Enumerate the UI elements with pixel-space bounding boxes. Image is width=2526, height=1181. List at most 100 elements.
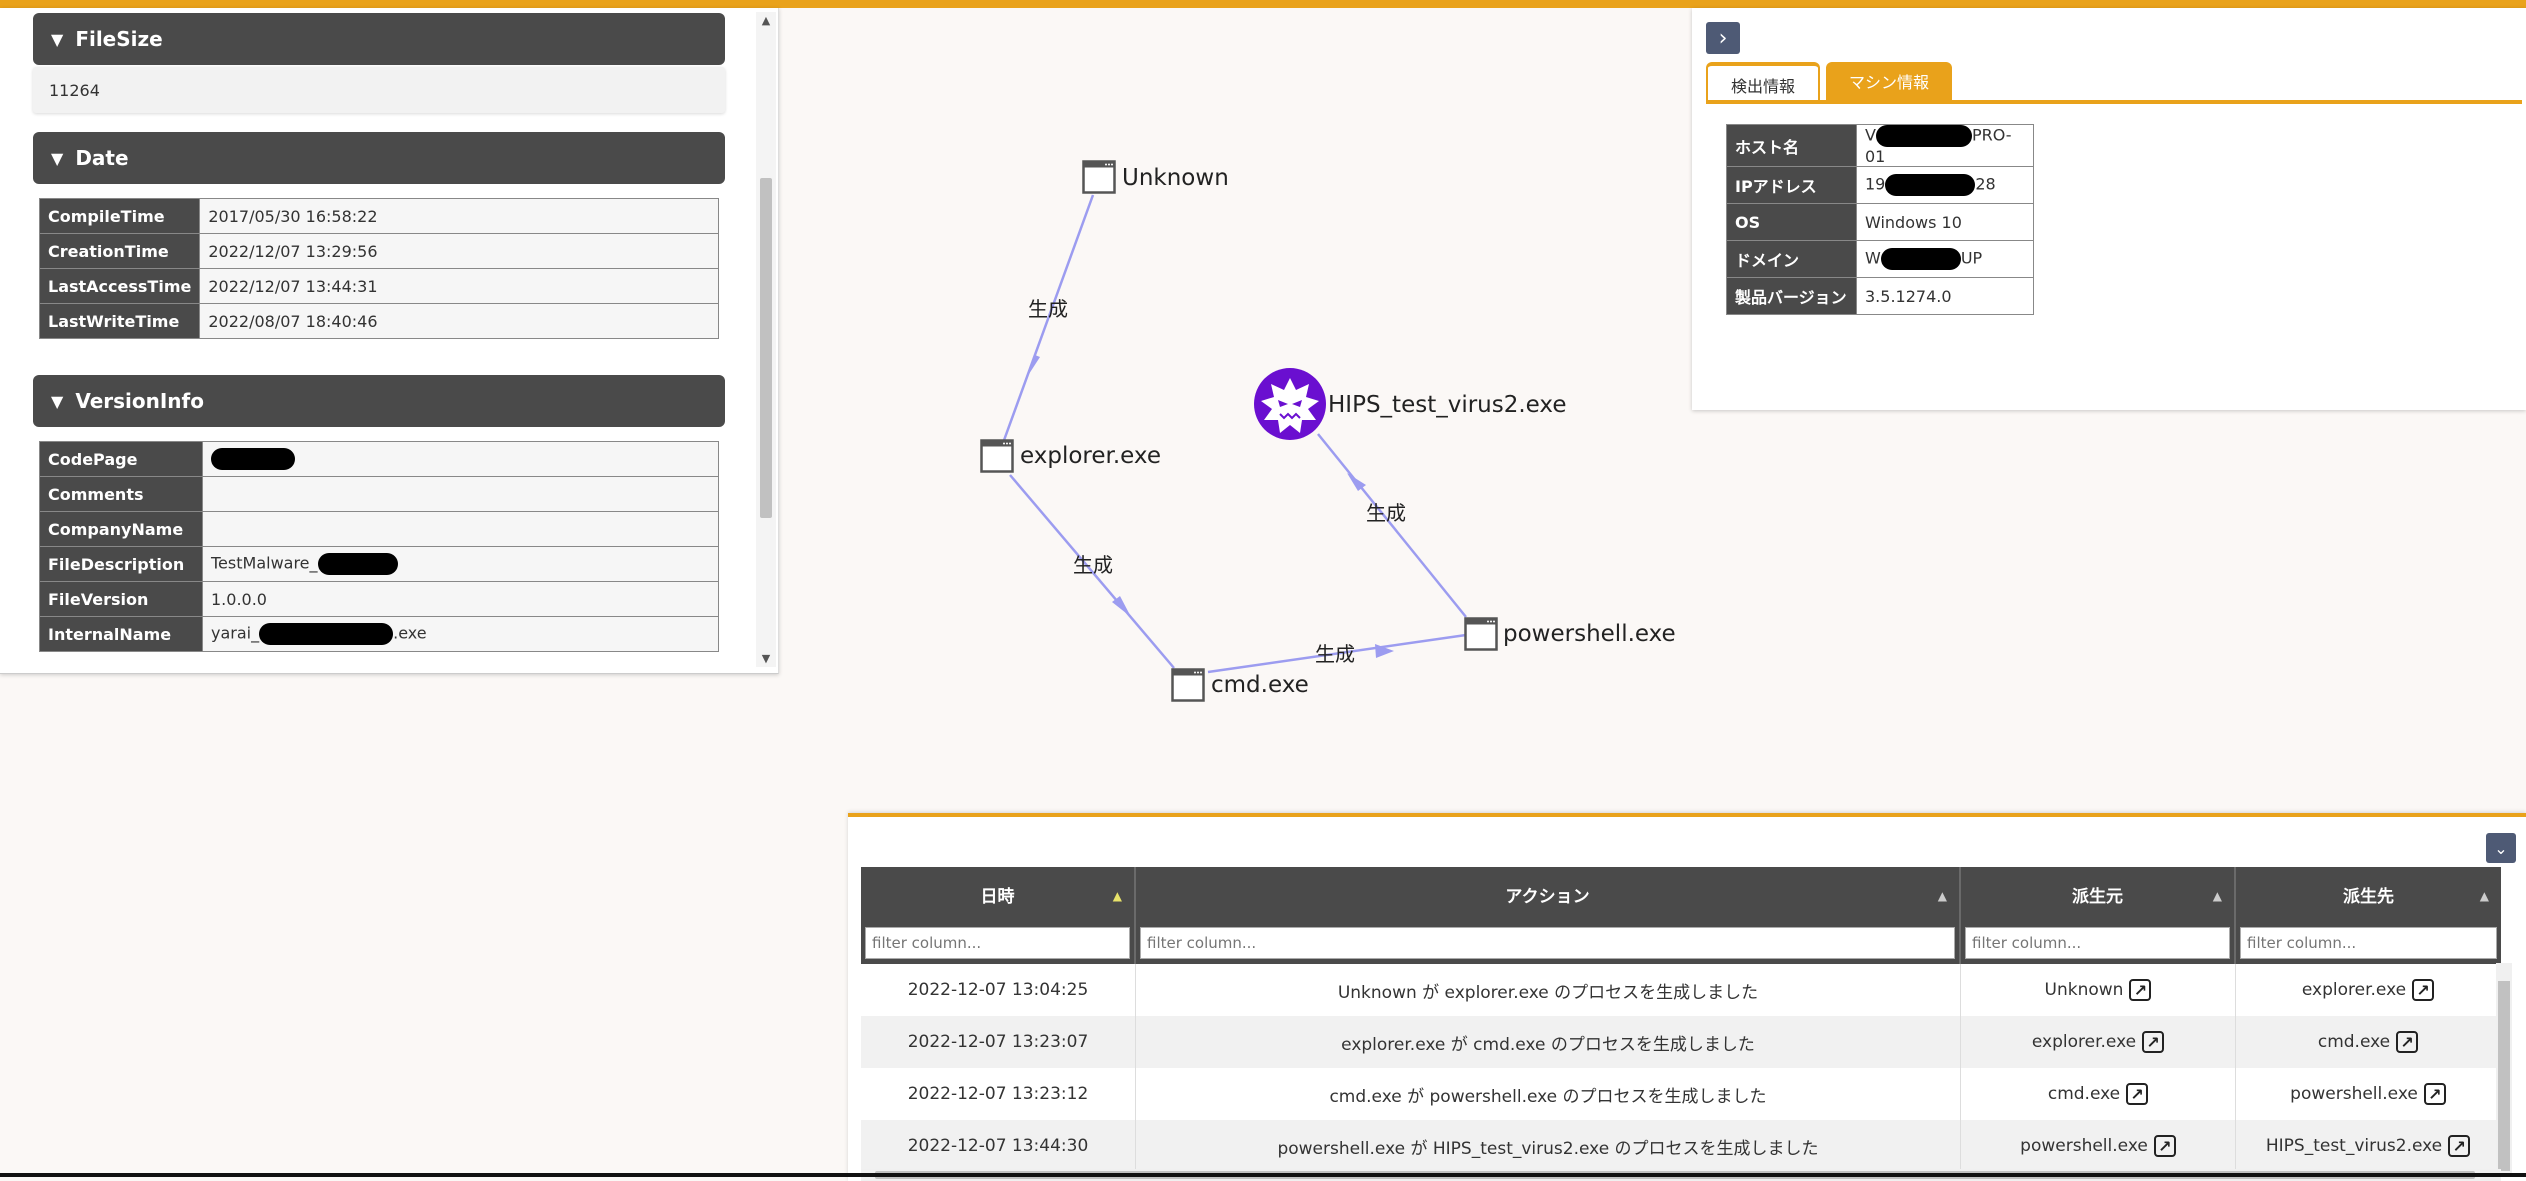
redaction-mark — [1880, 248, 1961, 270]
window-icon — [1082, 160, 1116, 194]
value-prefix: V — [1865, 125, 1876, 145]
external-link-icon[interactable]: ↗ — [2153, 1135, 2176, 1157]
machine-table: ホスト名 V PRO-01 IPアドレス 19 28 OS Windows 10 ドメイン… — [1726, 124, 2034, 315]
filter-input-source[interactable] — [1965, 927, 2230, 959]
versioninfo-header[interactable]: ▼ VersionInfo — [33, 375, 725, 427]
node-virus[interactable]: HIPS_test_virus2.exe — [1254, 368, 1566, 440]
value-cell: 2022/12/07 13:29:56 — [199, 233, 719, 269]
filter-input-action[interactable] — [1140, 927, 1955, 959]
table-row: 製品バージョン 3.5.1274.0 — [1726, 277, 2034, 315]
column-header-source[interactable]: 派生元 ▲ — [1961, 867, 2236, 922]
filesize-header[interactable]: ▼ FileSize — [33, 13, 725, 65]
filter-cell — [861, 922, 1136, 964]
edge-powershell-virus — [1317, 433, 1467, 618]
cell-action: cmd.exe が powershell.exe のプロセスを生成しました — [1136, 1068, 1961, 1120]
table-row: CodePage — [39, 441, 719, 477]
chevron-down-icon: ⌄ — [2494, 838, 2508, 858]
external-link-icon[interactable]: ↗ — [2423, 1083, 2446, 1105]
key-cell: LastWriteTime — [38, 303, 201, 339]
panel-scrollbar[interactable]: ▲ ▼ — [756, 12, 776, 667]
key-cell: Comments — [39, 476, 203, 512]
key-cell: IPアドレス — [1726, 166, 1857, 204]
value-cell: V PRO-01 — [1856, 124, 2034, 167]
cell-source: powershell.exe ↗ — [1961, 1120, 2236, 1172]
node-label: HIPS_test_virus2.exe — [1328, 392, 1566, 418]
key-cell: ドメイン — [1726, 240, 1857, 278]
tab-detection-info[interactable]: 検出情報 — [1706, 62, 1820, 104]
filter-input-datetime[interactable] — [865, 927, 1130, 959]
key-cell: InternalName — [39, 616, 203, 652]
table-row: LastAccessTime 2022/12/07 13:44:31 — [38, 268, 719, 304]
node-explorer[interactable]: explorer.exe — [980, 439, 1161, 473]
value-cell: yarai_ .exe — [202, 616, 719, 652]
table-row: CreationTime 2022/12/07 13:29:56 — [38, 233, 719, 269]
table-row[interactable]: 2022-12-07 13:23:12 cmd.exe が powershell… — [861, 1068, 2501, 1120]
date-header[interactable]: ▼ Date — [33, 132, 725, 184]
collapse-button[interactable]: ⌄ — [2486, 833, 2516, 863]
cell-datetime: 2022-12-07 13:44:30 — [861, 1120, 1136, 1172]
table-row: ドメイン W UP — [1726, 240, 2034, 278]
scroll-up-icon[interactable]: ▲ — [756, 14, 776, 27]
external-link-icon[interactable]: ↗ — [2448, 1135, 2471, 1157]
value-cell: W UP — [1856, 240, 2034, 278]
value-suffix: 28 — [1975, 174, 1996, 194]
external-link-icon[interactable]: ↗ — [2412, 979, 2435, 1001]
scroll-thumb[interactable] — [2498, 981, 2510, 1171]
sort-icon[interactable]: ▲ — [2480, 889, 2489, 903]
external-link-icon[interactable]: ↗ — [2126, 1083, 2149, 1105]
external-link-icon[interactable]: ↗ — [2396, 1031, 2419, 1053]
key-cell: FileVersion — [39, 581, 203, 617]
date-table: CompileTime 2017/05/30 16:58:22 CreationT… — [38, 198, 719, 339]
table-row[interactable]: 2022-12-07 13:23:07 explorer.exe が cmd.e… — [861, 1016, 2501, 1068]
node-label: Unknown — [1122, 165, 1229, 191]
sort-icon[interactable]: ▲ — [1938, 889, 1947, 903]
cell-text: explorer.exe — [2301, 980, 2407, 1000]
sort-icon[interactable]: ▲ — [2213, 889, 2222, 903]
section-title: VersionInfo — [75, 389, 204, 413]
events-panel: ⌄ 日時 ▲ アクション ▲ 派生元 ▲ 派生先 ▲ 2022-12-07 13:04:… — [848, 813, 2526, 1181]
value-cell: 19 28 — [1856, 166, 2034, 204]
value-text: TestMalware_ — [211, 553, 318, 573]
triangle-down-icon: ▼ — [51, 148, 64, 168]
table-row: Comments — [39, 476, 719, 512]
cell-action: explorer.exe が cmd.exe のプロセスを生成しました — [1136, 1016, 1961, 1068]
node-unknown[interactable]: Unknown — [1082, 160, 1229, 194]
column-header-action[interactable]: アクション ▲ — [1136, 867, 1961, 922]
table-vertical-scrollbar[interactable] — [2496, 963, 2512, 1177]
external-link-icon[interactable]: ↗ — [2142, 1031, 2165, 1053]
filter-input-target[interactable] — [2240, 927, 2497, 959]
header-label: 日時 — [980, 887, 1015, 907]
external-link-icon[interactable]: ↗ — [2129, 979, 2152, 1001]
table-row: FileVersion 1.0.0.0 — [39, 581, 719, 617]
cell-text: powershell.exe — [2020, 1136, 2148, 1156]
tab-machine-info[interactable]: マシン情報 — [1826, 62, 1952, 100]
table-row: LastWriteTime 2022/08/07 18:40:46 — [38, 303, 719, 339]
header-label: アクション — [1505, 887, 1590, 907]
cell-source: cmd.exe ↗ — [1961, 1068, 2236, 1120]
node-powershell[interactable]: powershell.exe — [1464, 617, 1676, 651]
cell-target: powershell.exe ↗ — [2236, 1068, 2501, 1120]
filesize-value: 11264 — [33, 67, 725, 113]
redaction-mark — [259, 623, 394, 645]
table-row[interactable]: 2022-12-07 13:44:30 powershell.exe が HIP… — [861, 1120, 2501, 1172]
node-label: cmd.exe — [1211, 672, 1309, 698]
scroll-thumb[interactable] — [760, 178, 772, 518]
key-cell: CreationTime — [38, 233, 201, 269]
node-cmd[interactable]: cmd.exe — [1171, 668, 1309, 702]
edge-label: 生成 — [1073, 553, 1113, 577]
cell-text: cmd.exe — [2317, 1032, 2391, 1052]
value-cell: 1.0.0.0 — [202, 581, 719, 617]
cell-datetime: 2022-12-07 13:23:12 — [861, 1068, 1136, 1120]
cell-text: powershell.exe — [2290, 1084, 2418, 1104]
scroll-down-icon[interactable]: ▼ — [756, 652, 776, 665]
versioninfo-table: CodePage Comments CompanyName FileDescri… — [39, 441, 719, 652]
machine-info-panel: › 検出情報 マシン情報 ホスト名 V PRO-01 IPアドレス 19 28 OS Wi… — [1692, 8, 2526, 410]
table-row[interactable]: 2022-12-07 13:04:25 Unknown が explorer.e… — [861, 964, 2501, 1016]
value-cell: TestMalware_ — [202, 546, 719, 582]
sort-asc-icon[interactable]: ▲ — [1113, 889, 1122, 903]
window-icon — [1464, 617, 1498, 651]
column-header-datetime[interactable]: 日時 ▲ — [861, 867, 1136, 922]
column-header-target[interactable]: 派生先 ▲ — [2236, 867, 2501, 922]
cell-datetime: 2022-12-07 13:23:07 — [861, 1016, 1136, 1068]
expand-button[interactable]: › — [1706, 22, 1740, 54]
